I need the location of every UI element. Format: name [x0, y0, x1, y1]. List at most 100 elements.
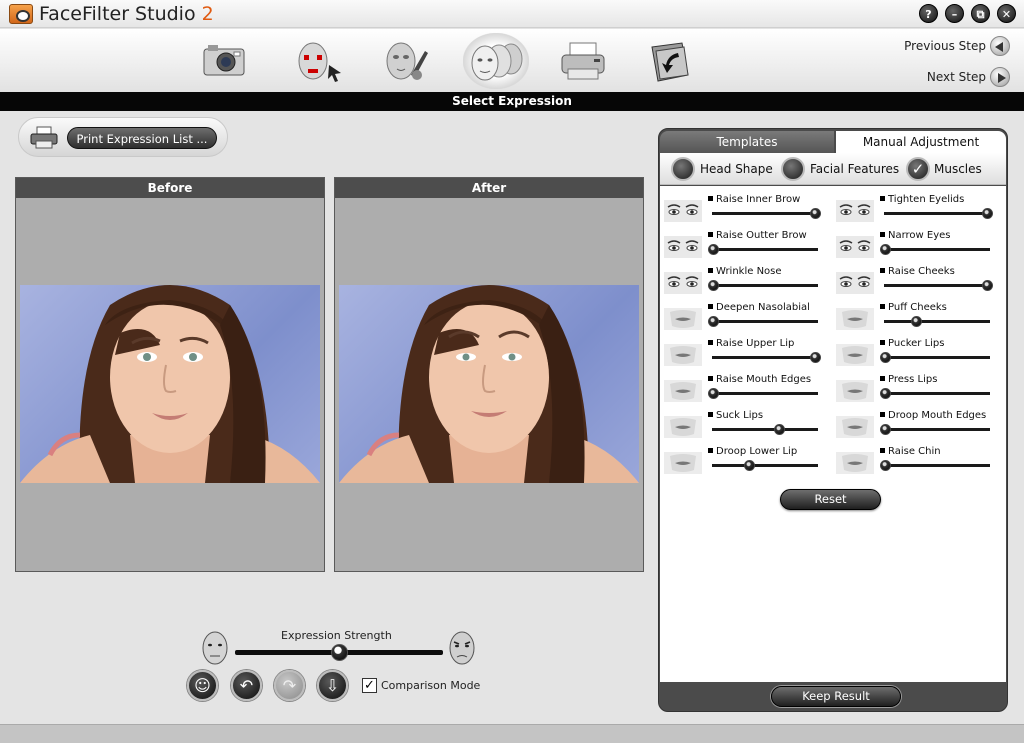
muscle-label: Narrow Eyes [880, 230, 951, 241]
muscle-label: Press Lips [880, 374, 937, 385]
mouth-icon [664, 380, 702, 402]
face-marker-icon [298, 42, 341, 82]
tab-manual-adjustment[interactable]: Manual Adjustment [836, 131, 1006, 153]
muscle-slider[interactable] [884, 212, 990, 215]
restore-icon[interactable]: ⧉ [971, 4, 990, 23]
facial-features-radio[interactable] [781, 157, 805, 181]
next-step-link[interactable]: Next Step [927, 70, 986, 84]
muscle-label: Wrinkle Nose [708, 266, 782, 277]
app-title: FaceFilter Studio 2 [39, 3, 214, 25]
muscle-slider[interactable] [712, 212, 818, 215]
muscle-slider[interactable] [712, 356, 818, 359]
muscle-slider-thumb[interactable] [810, 208, 821, 219]
step-face-paint-button[interactable] [377, 37, 433, 85]
undo-icon: ↶ [239, 676, 254, 695]
muscles-radio-checked[interactable]: ✓ [906, 157, 930, 181]
muscle-slider[interactable] [884, 392, 990, 395]
close-icon[interactable]: ✕ [997, 4, 1016, 23]
faces-expression-icon [471, 43, 523, 81]
muscle-slider-thumb[interactable] [708, 388, 719, 399]
step-capture-button[interactable] [196, 37, 252, 85]
portrait-after-image [339, 285, 639, 483]
mouth-icon [836, 452, 874, 474]
subtab-head-shape[interactable]: Head Shape [700, 157, 773, 181]
muscle-label: Droop Mouth Edges [880, 410, 986, 421]
mouth-icon [836, 416, 874, 438]
redo-icon: ↷ [282, 676, 297, 695]
muscle-label: Raise Outter Brow [708, 230, 807, 241]
muscle-slider-thumb[interactable] [880, 388, 891, 399]
muscle-label: Deepen Nasolabial [708, 302, 810, 313]
export-folder-icon [651, 42, 689, 82]
mouth-icon [664, 344, 702, 366]
redo-button[interactable]: ↷ [274, 670, 305, 701]
muscle-slider[interactable] [712, 464, 818, 467]
step-face-markers-button[interactable] [289, 37, 345, 85]
minimize-icon[interactable]: – [945, 4, 964, 23]
eyes-brow-icon [664, 236, 702, 258]
muscle-slider[interactable] [884, 464, 990, 467]
muscle-slider[interactable] [712, 428, 818, 431]
comparison-mode-label: Comparison Mode [381, 679, 481, 692]
eyes-brow-icon [664, 272, 702, 294]
muscle-slider-thumb[interactable] [880, 460, 891, 471]
muscle-label: Suck Lips [708, 410, 763, 421]
muscle-slider-thumb[interactable] [982, 280, 993, 291]
muscle-label: Raise Chin [880, 446, 941, 457]
portrait-before-image [20, 285, 320, 483]
comparison-mode-checkbox[interactable]: ✓ [362, 678, 377, 693]
before-header: Before [16, 178, 324, 198]
tab-templates[interactable]: Templates [660, 131, 834, 153]
eyes-brow-icon [836, 200, 874, 222]
printer-icon [561, 42, 605, 80]
previous-step-arrow-icon[interactable] [990, 36, 1010, 56]
step-export-button[interactable] [642, 37, 698, 85]
muscle-label: Droop Lower Lip [708, 446, 797, 457]
muscle-slider-thumb[interactable] [880, 424, 891, 435]
muscle-label: Raise Inner Brow [708, 194, 800, 205]
before-photo [20, 285, 320, 483]
subtab-muscles[interactable]: Muscles [934, 157, 982, 181]
step-title: Select Expression [0, 92, 1024, 111]
neutral-face-icon [202, 631, 228, 665]
muscle-slider[interactable] [712, 392, 818, 395]
muscle-slider[interactable] [712, 248, 818, 251]
muscle-slider-thumb[interactable] [810, 352, 821, 363]
step-print-button[interactable] [556, 37, 612, 85]
muscle-slider[interactable] [712, 320, 818, 323]
mouth-icon [836, 380, 874, 402]
mouth-icon [836, 308, 874, 330]
next-step-arrow-icon[interactable] [990, 67, 1010, 87]
after-photo [339, 285, 639, 483]
keep-result-button[interactable]: Keep Result [771, 686, 901, 707]
after-header: After [335, 178, 643, 198]
expression-strength-thumb[interactable] [331, 644, 348, 661]
app-version: 2 [201, 3, 214, 25]
face-template-button[interactable]: ☺ [187, 670, 218, 701]
undo-button[interactable]: ↶ [231, 670, 262, 701]
muscle-slider[interactable] [884, 320, 990, 323]
muscle-slider-thumb[interactable] [743, 460, 755, 471]
muscle-slider[interactable] [884, 356, 990, 359]
previous-step-link[interactable]: Previous Step [904, 39, 986, 53]
help-icon[interactable]: ? [919, 4, 938, 23]
muscle-slider-thumb[interactable] [708, 244, 719, 255]
muscle-slider[interactable] [884, 248, 990, 251]
muscle-slider-thumb[interactable] [708, 316, 719, 327]
subtab-facial-features[interactable]: Facial Features [810, 157, 899, 181]
muscle-slider[interactable] [884, 284, 990, 287]
muscle-slider-thumb[interactable] [982, 208, 993, 219]
print-expression-list-button[interactable]: Print Expression List ... [67, 127, 217, 149]
after-panel: After [334, 177, 644, 572]
muscle-label: Pucker Lips [880, 338, 944, 349]
muscle-slider-thumb[interactable] [910, 316, 922, 327]
muscle-slider-thumb[interactable] [880, 244, 891, 255]
step-expression-button[interactable] [463, 33, 529, 89]
muscle-slider[interactable] [712, 284, 818, 287]
head-shape-radio[interactable] [671, 157, 695, 181]
save-button[interactable]: ⇩ [317, 670, 348, 701]
muscle-slider[interactable] [884, 428, 990, 431]
reset-button[interactable]: Reset [780, 489, 881, 510]
muscle-slider-thumb[interactable] [708, 280, 719, 291]
muscle-slider-thumb[interactable] [880, 352, 891, 363]
